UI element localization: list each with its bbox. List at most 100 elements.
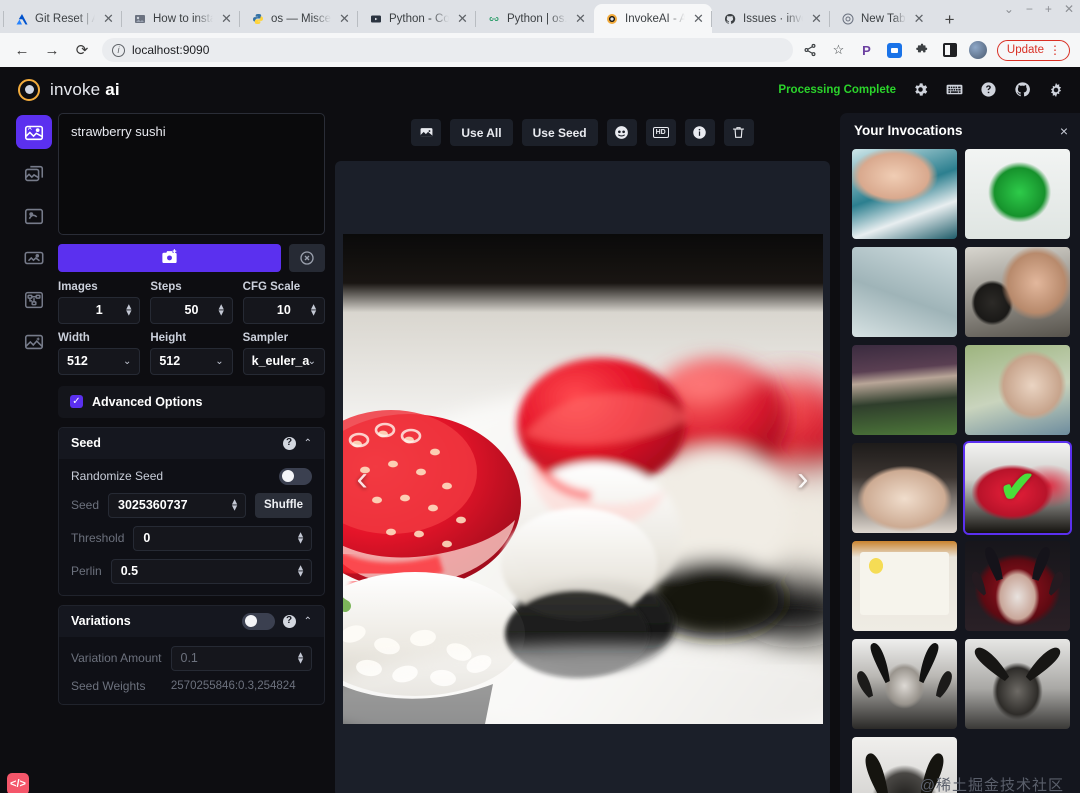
avatar[interactable]	[969, 41, 988, 60]
stepper-arrows-icon[interactable]: ▲▼	[296, 653, 305, 664]
thumb-crowd-celebration[interactable]	[852, 345, 957, 435]
chevron-down-icon[interactable]: ⌄	[308, 356, 316, 367]
browser-tab[interactable]: Git Reset | Atl ✕	[4, 4, 122, 33]
maximize-icon[interactable]: +	[1045, 2, 1052, 16]
help-icon[interactable]: ?	[283, 615, 296, 628]
sidebar-item-inpainting[interactable]	[16, 199, 52, 233]
browser-tab[interactable]: Python | os.pa ✕	[476, 4, 594, 33]
browser-tab[interactable]: Python - Comm ✕	[358, 4, 476, 33]
github-icon[interactable]	[1012, 80, 1032, 100]
chevron-down-icon[interactable]: ⌄	[215, 356, 223, 367]
image-details-button[interactable]	[685, 119, 715, 146]
close-icon[interactable]: ✕	[809, 11, 824, 26]
close-icon[interactable]: ✕	[573, 11, 588, 26]
bookmark-star-icon[interactable]: ☆	[829, 41, 848, 60]
thumb-horned-figure-bw[interactable]	[852, 639, 957, 729]
stepper-arrows-icon[interactable]: ▲▼	[230, 500, 239, 511]
sampler-select[interactable]: k_euler_a ⌄	[243, 348, 325, 375]
seed-input[interactable]: 3025360737 ▲▼	[108, 493, 246, 518]
close-icon[interactable]: ✕	[337, 11, 352, 26]
paypal-icon[interactable]: P	[857, 41, 876, 60]
thumb-green-object[interactable]	[965, 149, 1070, 239]
send-to-image-to-image-button[interactable]	[411, 119, 441, 146]
image-canvas[interactable]: ‹ ›	[335, 161, 830, 793]
settings-gear-icon[interactable]	[910, 80, 930, 100]
code-badge-icon[interactable]: </>	[7, 773, 29, 793]
thumb-elder-woman-outdoors[interactable]	[965, 345, 1070, 435]
browser-tab-active[interactable]: InvokeAI - A St ✕	[594, 4, 712, 33]
help-icon[interactable]	[978, 80, 998, 100]
new-tab-button[interactable]: +	[937, 7, 963, 33]
stepper-arrows-icon[interactable]: ▲▼	[309, 305, 318, 316]
stepper-arrows-icon[interactable]: ▲▼	[296, 533, 305, 544]
close-icon[interactable]: ✕	[101, 11, 116, 26]
chevron-up-icon[interactable]: ⌃	[304, 616, 312, 627]
reload-button[interactable]: ⟳	[68, 36, 96, 64]
reading-list-icon[interactable]	[941, 41, 960, 60]
cfg-scale-stepper[interactable]: 10 ▲▼	[243, 297, 325, 324]
keyboard-shortcuts-icon[interactable]	[944, 80, 964, 100]
share-icon[interactable]	[801, 41, 820, 60]
seed-weights-value[interactable]: 2570255846:0.3,254824	[155, 680, 313, 692]
help-icon[interactable]: ?	[283, 437, 296, 450]
cancel-button[interactable]	[289, 244, 325, 272]
thumb-woman-portrait[interactable]	[852, 149, 957, 239]
thumb-strawberry-sushi[interactable]: ✔	[965, 443, 1070, 533]
close-icon[interactable]: ✕	[455, 11, 470, 26]
site-info-icon[interactable]: i	[112, 44, 125, 57]
update-button[interactable]: Update ⋮	[997, 40, 1070, 61]
upscale-button[interactable]: HD	[646, 119, 676, 146]
thumb-bird-machine[interactable]	[852, 247, 957, 337]
advanced-options-toggle[interactable]: ✓ Advanced Options	[58, 386, 325, 418]
invoke-button[interactable]	[58, 244, 281, 272]
current-image[interactable]: ‹ ›	[343, 234, 823, 724]
forward-button[interactable]: →	[38, 36, 66, 64]
site-settings-icon[interactable]	[1046, 80, 1066, 100]
browser-menu-icon[interactable]: ⋮	[1049, 43, 1061, 57]
close-icon[interactable]: ×	[1060, 123, 1068, 139]
stepper-arrows-icon[interactable]: ▲▼	[296, 566, 305, 577]
thumb-man-with-eagle[interactable]	[965, 247, 1070, 337]
thumb-horned-goat-bw[interactable]	[965, 639, 1070, 729]
chevron-down-icon[interactable]: ⌄	[1004, 2, 1014, 16]
close-icon[interactable]: ✕	[691, 11, 706, 26]
checkbox-icon[interactable]: ✓	[70, 395, 83, 408]
sidebar-item-text-to-image[interactable]: A	[16, 115, 52, 149]
close-icon[interactable]: ✕	[219, 11, 234, 26]
browser-tab[interactable]: Issues · invoke- ✕	[712, 4, 830, 33]
seed-accordion-header[interactable]: Seed ? ⌃	[59, 428, 324, 459]
sidebar-item-nodes[interactable]	[16, 283, 52, 317]
next-image-button[interactable]: ›	[797, 462, 808, 496]
perlin-input[interactable]: 0.5 ▲▼	[111, 559, 312, 584]
browser-tab[interactable]: New Tab ✕	[830, 4, 933, 33]
minimize-icon[interactable]: −	[1026, 2, 1033, 16]
restore-faces-button[interactable]	[607, 119, 637, 146]
prompt-input[interactable]	[58, 113, 325, 235]
close-window-icon[interactable]: ✕	[1064, 2, 1074, 16]
threshold-input[interactable]: 0 ▲▼	[133, 526, 312, 551]
previous-image-button[interactable]: ‹	[357, 462, 368, 496]
variation-amount-input[interactable]: 0.1 ▲▼	[171, 646, 313, 671]
thumb-face-closeup[interactable]	[852, 443, 957, 533]
stepper-arrows-icon[interactable]: ▲▼	[124, 305, 133, 316]
width-select[interactable]: 512 ⌄	[58, 348, 140, 375]
variations-accordion-header[interactable]: Variations ? ⌃	[59, 606, 324, 637]
puzzle-icon[interactable]	[913, 41, 932, 60]
sidebar-item-post-processing[interactable]	[16, 325, 52, 359]
use-all-button[interactable]: Use All	[450, 119, 512, 146]
height-select[interactable]: 512 ⌄	[150, 348, 232, 375]
close-icon[interactable]: ✕	[912, 11, 927, 26]
steps-stepper[interactable]: 50 ▲▼	[150, 297, 232, 324]
address-bar[interactable]: i localhost:9090	[102, 38, 793, 62]
variations-enable-toggle[interactable]	[242, 613, 275, 630]
browser-tab[interactable]: os — Miscellan ✕	[240, 4, 358, 33]
video-extension-icon[interactable]	[885, 41, 904, 60]
sidebar-item-outpainting[interactable]	[16, 241, 52, 275]
back-button[interactable]: ←	[8, 36, 36, 64]
images-stepper[interactable]: 1 ▲▼	[58, 297, 140, 324]
sidebar-item-image-to-image[interactable]	[16, 157, 52, 191]
stepper-arrows-icon[interactable]: ▲▼	[217, 305, 226, 316]
use-seed-button[interactable]: Use Seed	[522, 119, 598, 146]
thumb-tamago-sushi-platter[interactable]	[852, 541, 957, 631]
delete-image-button[interactable]	[724, 119, 754, 146]
